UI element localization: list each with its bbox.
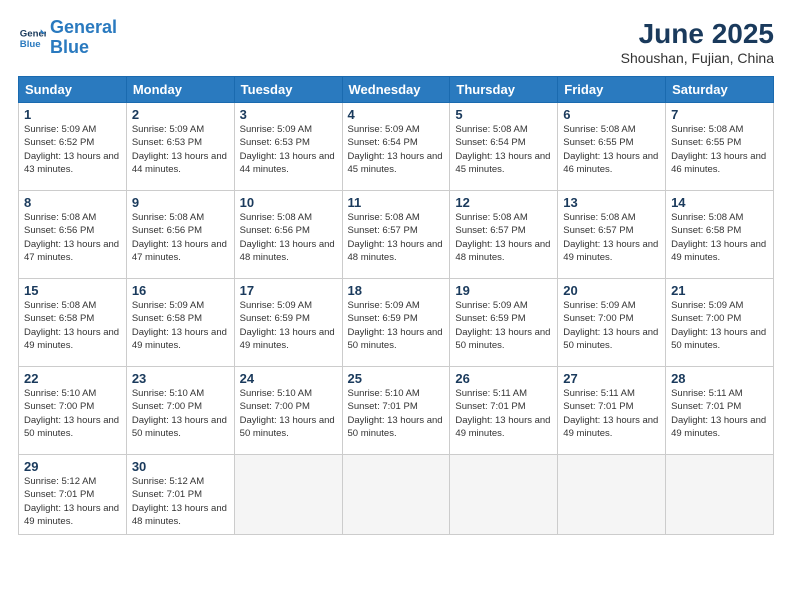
day-5: 5 Sunrise: 5:08 AMSunset: 6:54 PMDayligh… [450, 103, 558, 191]
logo-text: General Blue [50, 18, 117, 58]
col-thursday: Thursday [450, 77, 558, 103]
day-19: 19 Sunrise: 5:09 AMSunset: 6:59 PMDaylig… [450, 279, 558, 367]
day-16: 16 Sunrise: 5:09 AMSunset: 6:58 PMDaylig… [126, 279, 234, 367]
day-18: 18 Sunrise: 5:09 AMSunset: 6:59 PMDaylig… [342, 279, 450, 367]
location: Shoushan, Fujian, China [621, 50, 774, 66]
weekday-header-row: Sunday Monday Tuesday Wednesday Thursday… [19, 77, 774, 103]
col-wednesday: Wednesday [342, 77, 450, 103]
day-3: 3 Sunrise: 5:09 AMSunset: 6:53 PMDayligh… [234, 103, 342, 191]
day-12: 12 Sunrise: 5:08 AMSunset: 6:57 PMDaylig… [450, 191, 558, 279]
logo-general: General [50, 17, 117, 37]
day-13: 13 Sunrise: 5:08 AMSunset: 6:57 PMDaylig… [558, 191, 666, 279]
day-17: 17 Sunrise: 5:09 AMSunset: 6:59 PMDaylig… [234, 279, 342, 367]
month-year: June 2025 [621, 18, 774, 50]
col-saturday: Saturday [666, 77, 774, 103]
week-row-4: 22 Sunrise: 5:10 AMSunset: 7:00 PMDaylig… [19, 367, 774, 455]
col-sunday: Sunday [19, 77, 127, 103]
header: General Blue General Blue June 2025 Shou… [18, 18, 774, 66]
empty-cell-1 [234, 455, 342, 535]
empty-cell-2 [342, 455, 450, 535]
day-15: 15 Sunrise: 5:08 AMSunset: 6:58 PMDaylig… [19, 279, 127, 367]
week-row-1: 1 Sunrise: 5:09 AMSunset: 6:52 PMDayligh… [19, 103, 774, 191]
logo-icon: General Blue [18, 24, 46, 52]
empty-cell-4 [558, 455, 666, 535]
col-monday: Monday [126, 77, 234, 103]
day-23: 23 Sunrise: 5:10 AMSunset: 7:00 PMDaylig… [126, 367, 234, 455]
page: General Blue General Blue June 2025 Shou… [0, 0, 792, 612]
day-9: 9 Sunrise: 5:08 AMSunset: 6:56 PMDayligh… [126, 191, 234, 279]
calendar: Sunday Monday Tuesday Wednesday Thursday… [18, 76, 774, 535]
day-29: 29 Sunrise: 5:12 AMSunset: 7:01 PMDaylig… [19, 455, 127, 535]
svg-text:Blue: Blue [20, 39, 41, 50]
day-11: 11 Sunrise: 5:08 AMSunset: 6:57 PMDaylig… [342, 191, 450, 279]
day-14: 14 Sunrise: 5:08 AMSunset: 6:58 PMDaylig… [666, 191, 774, 279]
week-row-3: 15 Sunrise: 5:08 AMSunset: 6:58 PMDaylig… [19, 279, 774, 367]
col-friday: Friday [558, 77, 666, 103]
empty-cell-3 [450, 455, 558, 535]
day-2: 2 Sunrise: 5:09 AMSunset: 6:53 PMDayligh… [126, 103, 234, 191]
day-10: 10 Sunrise: 5:08 AMSunset: 6:56 PMDaylig… [234, 191, 342, 279]
day-22: 22 Sunrise: 5:10 AMSunset: 7:00 PMDaylig… [19, 367, 127, 455]
day-20: 20 Sunrise: 5:09 AMSunset: 7:00 PMDaylig… [558, 279, 666, 367]
col-tuesday: Tuesday [234, 77, 342, 103]
day-8: 8 Sunrise: 5:08 AMSunset: 6:56 PMDayligh… [19, 191, 127, 279]
week-row-2: 8 Sunrise: 5:08 AMSunset: 6:56 PMDayligh… [19, 191, 774, 279]
day-26: 26 Sunrise: 5:11 AMSunset: 7:01 PMDaylig… [450, 367, 558, 455]
day-30: 30 Sunrise: 5:12 AMSunset: 7:01 PMDaylig… [126, 455, 234, 535]
day-6: 6 Sunrise: 5:08 AMSunset: 6:55 PMDayligh… [558, 103, 666, 191]
day-28: 28 Sunrise: 5:11 AMSunset: 7:01 PMDaylig… [666, 367, 774, 455]
week-row-5: 29 Sunrise: 5:12 AMSunset: 7:01 PMDaylig… [19, 455, 774, 535]
day-25: 25 Sunrise: 5:10 AMSunset: 7:01 PMDaylig… [342, 367, 450, 455]
day-27: 27 Sunrise: 5:11 AMSunset: 7:01 PMDaylig… [558, 367, 666, 455]
svg-text:General: General [20, 28, 46, 39]
day-7: 7 Sunrise: 5:08 AMSunset: 6:55 PMDayligh… [666, 103, 774, 191]
day-4: 4 Sunrise: 5:09 AMSunset: 6:54 PMDayligh… [342, 103, 450, 191]
logo: General Blue General Blue [18, 18, 117, 58]
empty-cell-5 [666, 455, 774, 535]
logo-blue: Blue [50, 37, 89, 57]
day-1: 1 Sunrise: 5:09 AMSunset: 6:52 PMDayligh… [19, 103, 127, 191]
day-21: 21 Sunrise: 5:09 AMSunset: 7:00 PMDaylig… [666, 279, 774, 367]
day-24: 24 Sunrise: 5:10 AMSunset: 7:00 PMDaylig… [234, 367, 342, 455]
title-block: June 2025 Shoushan, Fujian, China [621, 18, 774, 66]
